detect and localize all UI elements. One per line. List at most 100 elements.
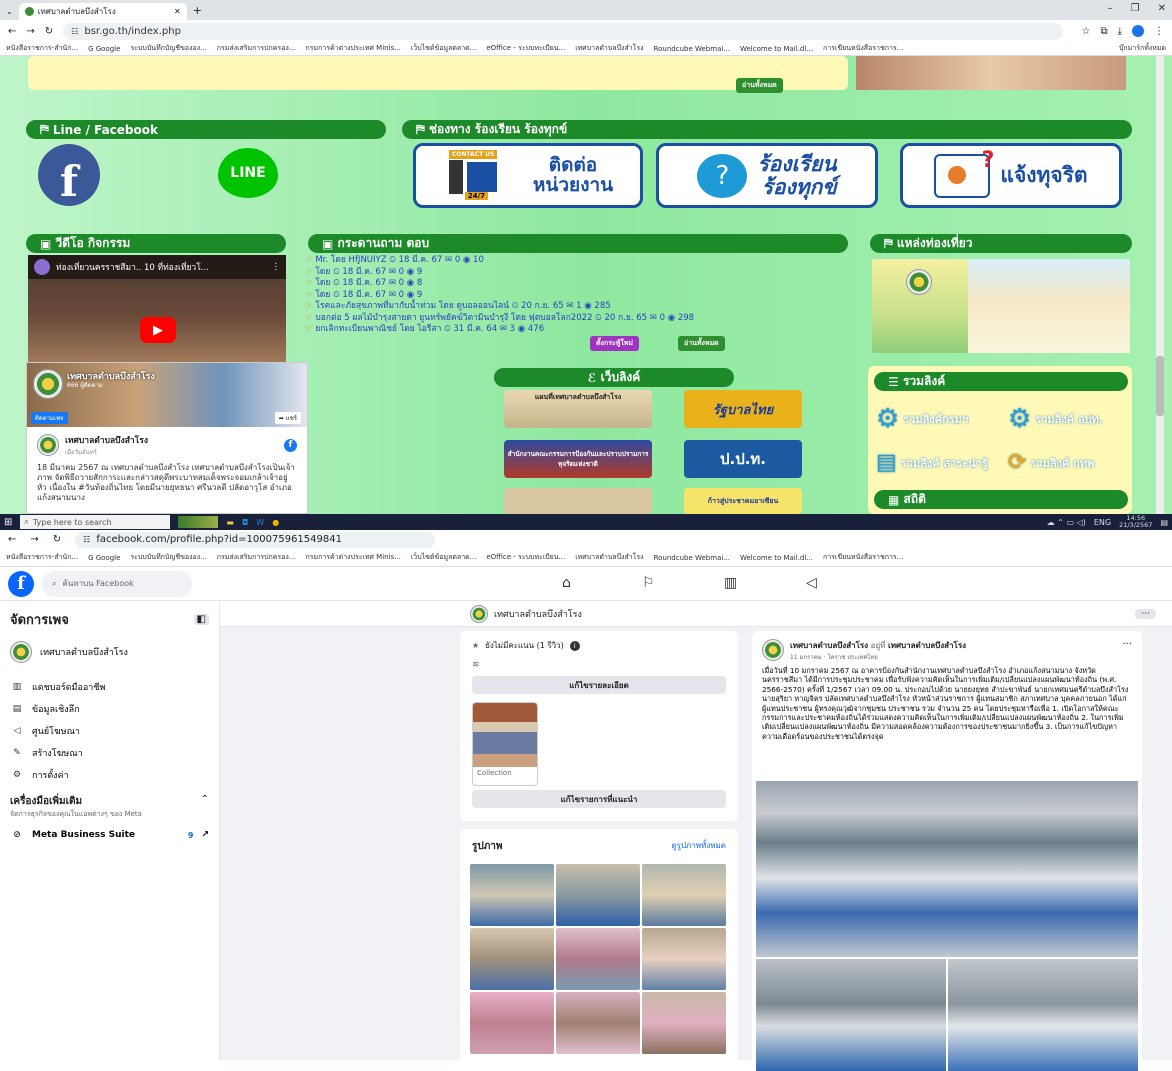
qa-row[interactable]: ☞ ยกเลิกทะเบียนพาณิชย์ โดย ไอรีสา ⏲ 31 ม… [305, 324, 845, 336]
post-options-icon[interactable]: ··· [1122, 639, 1132, 662]
tray-icons[interactable]: ☁ ⌃ ▭ ◁) [1047, 518, 1086, 527]
collapse-sidebar-icon[interactable]: ◧ [193, 614, 209, 625]
complaint-card[interactable]: ? ร้องเรียน ร้องทุกข์ [656, 143, 878, 208]
map-link[interactable]: แผนที่เทศบาลตำบลบึงสำโรง [504, 390, 652, 428]
bookmark-item[interactable]: หนังสือราชการ-สำนัก... [6, 552, 78, 563]
back-icon[interactable]: ← [8, 26, 16, 37]
link-knowledge[interactable]: ▤ รวมลิงค์ สาระน่ารู้ [876, 450, 988, 475]
forward-icon[interactable]: → [26, 26, 34, 37]
photo-thumbnail[interactable] [642, 992, 726, 1054]
photo-thumbnail[interactable] [470, 992, 554, 1054]
see-all-photos-link[interactable]: ดูรูปภาพทั้งหมด [671, 839, 726, 854]
qa-row[interactable]: ☞ โดย ⏲ 18 มี.ค. 67 ✉ 0 ◉ 8 [305, 278, 845, 290]
reload-icon[interactable]: ↻ [45, 26, 53, 37]
url-field-2[interactable]: ☷ facebook.com/profile.php?id=10007596154… [75, 531, 436, 548]
photo-thumbnail[interactable] [556, 992, 640, 1054]
more-tools-section[interactable]: เครื่องมือเพิ่มเติม จัดการธุรกิจของคุณในแ… [10, 794, 209, 820]
profile-icon[interactable] [1132, 25, 1144, 37]
post-main-photo[interactable] [756, 781, 1138, 957]
weblink-extra-1[interactable] [504, 488, 652, 514]
megaphone-icon[interactable]: ◁ [806, 575, 817, 591]
browser-tab[interactable]: เทศบาลตำบลบึงสำโรง ✕ [18, 3, 187, 20]
photo-thumbnail[interactable] [470, 928, 554, 990]
sidebar-item-5[interactable]: ⚙ การตั้งค่า [10, 764, 209, 786]
report-corruption-card[interactable]: ? แจ้งทุจริต [900, 143, 1122, 208]
bookmark-item[interactable]: Welcome to Mail.dl... [740, 554, 813, 562]
reload-icon[interactable]: ↻ [53, 534, 61, 545]
site-info-icon[interactable]: ☷ [71, 27, 78, 36]
new-tab-icon[interactable]: + [193, 4, 202, 17]
outlook-icon[interactable]: ◘ [242, 518, 248, 527]
new-topic-button[interactable]: ตั้งกระทู้ใหม่ [590, 336, 639, 351]
pacc-link[interactable]: ป.ป.ท. [684, 440, 802, 478]
link-local-admin[interactable]: ⚙ รวมลิงค์ อปท. [1008, 404, 1103, 434]
post-author-avatar[interactable] [762, 639, 784, 661]
photo-thumbnail[interactable] [556, 864, 640, 926]
more-options-icon[interactable]: ··· [1135, 608, 1156, 619]
bookmark-item[interactable]: G Google [88, 45, 120, 53]
bookmark-item[interactable]: กรมการค้าต่างประเทศ Minis... [306, 552, 401, 563]
photo-thumbnail[interactable] [556, 928, 640, 990]
tab-list-icon[interactable]: ⌄ [6, 7, 13, 16]
close-tab-icon[interactable]: ✕ [174, 7, 181, 16]
chevron-up-icon[interactable]: ⌃ [201, 794, 209, 820]
post-photo-2[interactable] [756, 959, 946, 1071]
bookmark-item[interactable]: Roundcube Webmai... [654, 45, 730, 53]
bookmark-item[interactable]: eOffice - ระบบทะเบียน... [486, 43, 565, 54]
windows-start-icon[interactable]: ⊞ [4, 517, 12, 528]
featured-collection[interactable]: Collection [472, 702, 538, 786]
sidebar-page-switcher[interactable]: เทศบาลตำบลบึงสำโรง [10, 638, 209, 666]
facebook-search-input[interactable]: ⌕ ค้นหาบน Facebook [42, 570, 192, 597]
close-window-icon[interactable]: ✕ [1158, 3, 1166, 14]
nacc-link[interactable]: สำนักงานคณะกรรมการป้องกันและปราบปรามการท… [504, 440, 652, 478]
qa-row[interactable]: ☞ Mr. โดย HfJNUIYZ ⏲ 18 มี.ค. 67 ✉ 0 ◉ 1… [305, 255, 845, 267]
forward-icon[interactable]: → [30, 534, 38, 545]
bookmark-item[interactable]: eOffice - ระบบทะเบียน... [486, 552, 565, 563]
qa-row[interactable]: ☞ โดย ⏲ 18 มี.ค. 67 ✉ 0 ◉ 9 [305, 267, 845, 279]
sidebar-item-3[interactable]: ◁ ศูนย์โฆษณา [10, 720, 209, 742]
tourism-banner-left[interactable] [872, 259, 968, 353]
maximize-icon[interactable]: ❐ [1131, 3, 1140, 14]
facebook-logo-icon[interactable]: f [38, 144, 100, 206]
bookmark-item[interactable]: G Google [88, 554, 120, 562]
bookmark-item[interactable]: Welcome to Mail.dl... [740, 45, 813, 53]
facebook-small-icon[interactable]: f [284, 438, 297, 452]
bookmark-item[interactable]: เทศบาลตำบลบึงสำโรง [575, 43, 643, 54]
sidebar-item-4[interactable]: ✎ สร้างโฆษณา [10, 742, 209, 764]
file-explorer-icon[interactable]: ▬ [226, 518, 234, 527]
bookmark-item[interactable]: กรมส่งเสริมการปกครอง... [217, 552, 296, 563]
bookmark-item[interactable]: เว็บไซต์ข้อมูลตลาด... [411, 43, 476, 54]
bookmark-item[interactable]: ระบบบันทึกบัญชีขององ... [130, 43, 206, 54]
bookmark-item[interactable]: เทศบาลตำบลบึงสำโรง [575, 552, 643, 563]
page-avatar[interactable] [470, 604, 488, 623]
bookmark-item[interactable]: เว็บไซต์ข้อมูลตลาด... [411, 552, 476, 563]
page-header-name[interactable]: เทศบาลตำบลบึงสำโรง [494, 607, 582, 621]
photo-thumbnail[interactable] [642, 864, 726, 926]
home-icon[interactable]: ⌂ [562, 575, 571, 591]
thai-government-link[interactable]: รัฐบาลไทย [684, 390, 802, 428]
edit-featured-button[interactable]: แก้ไขรายการที่แนะนำ [472, 790, 726, 808]
page-scrollbar[interactable] [1156, 56, 1164, 514]
asean-link[interactable]: ก้าวสู่ประชาคมอาเซียน [684, 488, 802, 514]
bookmark-item[interactable]: กรมการค้าต่างประเทศ Minis... [306, 43, 401, 54]
facebook-logo-icon[interactable]: f [8, 570, 34, 597]
post-photo-3[interactable] [948, 959, 1138, 1071]
tourism-banner-right[interactable] [968, 259, 1130, 353]
language-indicator[interactable]: ENG [1094, 518, 1111, 527]
url-field[interactable]: ☷ bsr.go.th/index.php [63, 22, 1064, 40]
meta-business-suite-item[interactable]: ⊘ Meta Business Suite 9 ↗ [10, 824, 209, 846]
qa-read-all-button[interactable]: อ่านทั้งหมด [678, 336, 725, 351]
share-button[interactable]: ➦ แชร์ [274, 412, 301, 424]
post-author-name[interactable]: เทศบาลตำบลบึงสำโรง [790, 641, 868, 650]
back-icon[interactable]: ← [8, 534, 16, 545]
taskbar-search[interactable]: ⌕ Type here to search [20, 515, 171, 529]
post-timestamp[interactable]: 11 มกราคม · โคราช ประเทศไทย [790, 652, 1116, 662]
all-bookmarks-folder[interactable]: บุ๊กมาร์กทั้งหมด [1119, 43, 1166, 54]
edit-details-button[interactable]: แก้ไขรายละเอียด [472, 676, 726, 694]
post-location[interactable]: เทศบาลตำบลบึงสำโรง [888, 641, 966, 650]
qa-row[interactable]: ☞ โดย ⏲ 18 มี.ค. 67 ✉ 0 ◉ 9 [305, 290, 845, 302]
site-info-icon[interactable]: ☷ [83, 535, 90, 544]
clock[interactable]: 14:56 21/3/2567 [1119, 515, 1152, 529]
bookmark-item[interactable]: กรมส่งเสริมการปกครอง... [217, 43, 296, 54]
taskbar-widget-image[interactable] [178, 516, 219, 528]
